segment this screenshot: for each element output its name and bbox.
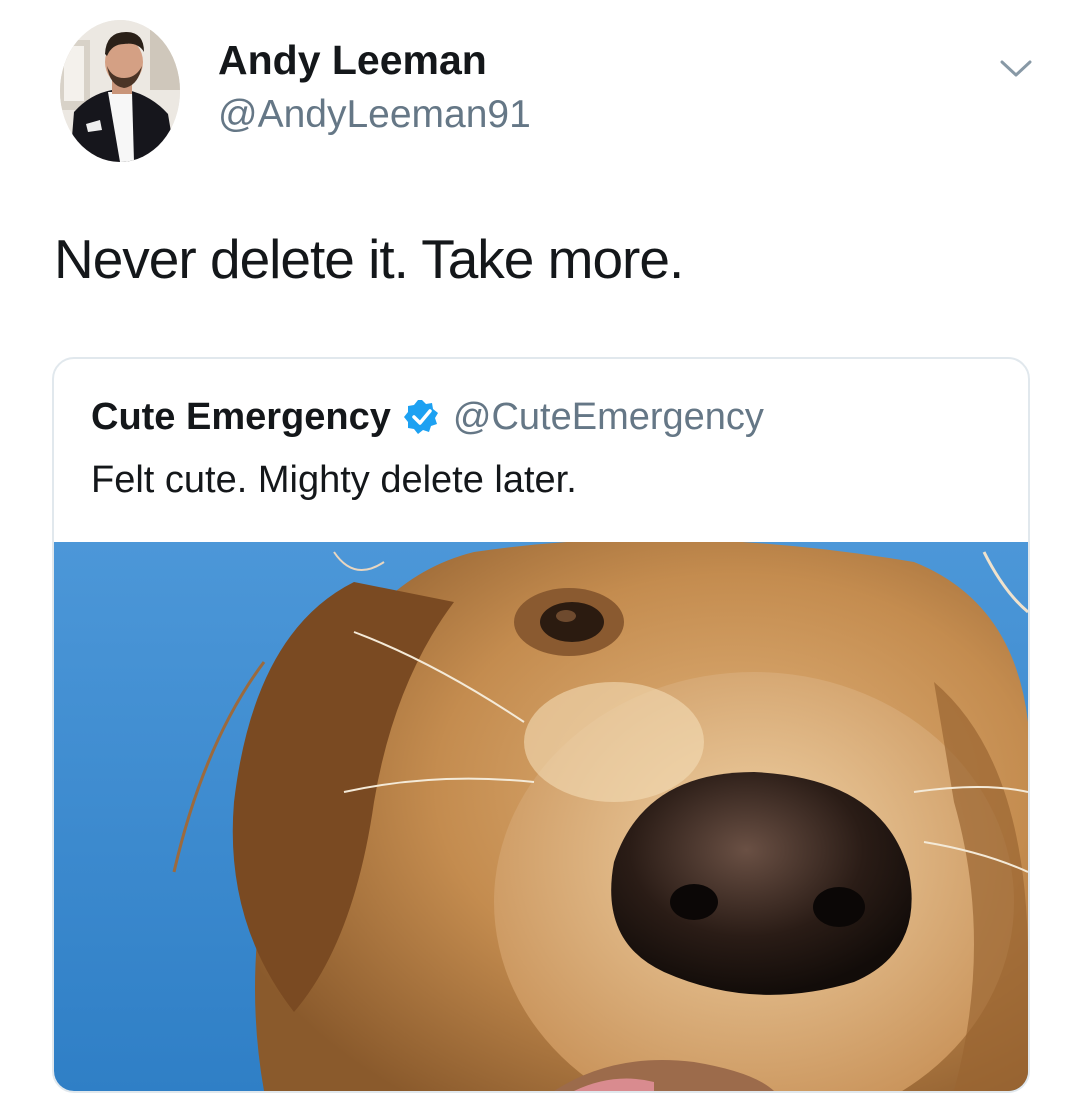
quoted-tweet-media[interactable] <box>54 542 1028 1091</box>
quoted-tweet-header: Cute Emergency @CuteEmergency <box>91 395 764 439</box>
quoted-tweet-card[interactable]: Cute Emergency @CuteEmergency Felt cute.… <box>52 357 1030 1093</box>
avatar[interactable] <box>60 20 180 162</box>
author-handle[interactable]: @AndyLeeman91 <box>218 95 531 134</box>
quoted-author-name[interactable]: Cute Emergency <box>91 396 391 439</box>
tweet-text: Never delete it. Take more. <box>54 228 684 290</box>
quoted-author-handle[interactable]: @CuteEmergency <box>453 396 764 439</box>
chevron-down-icon[interactable] <box>998 54 1034 82</box>
dog-selfie-photo <box>54 542 1028 1091</box>
verified-badge-icon <box>403 400 438 434</box>
profile-photo <box>60 20 180 162</box>
author-name[interactable]: Andy Leeman <box>218 40 487 81</box>
quoted-tweet-text: Felt cute. Mighty delete later. <box>91 459 577 501</box>
tweet: Andy Leeman @AndyLeeman91 Never delete i… <box>0 0 1080 1119</box>
